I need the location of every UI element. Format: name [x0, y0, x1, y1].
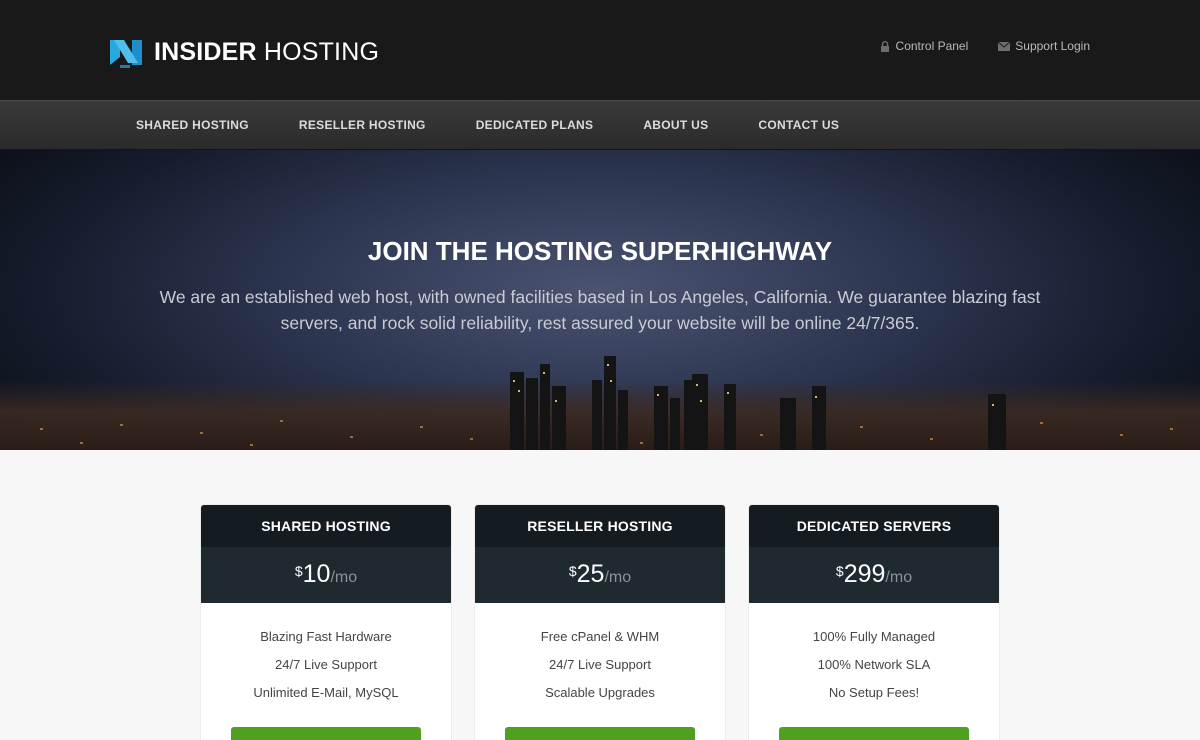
order-button-dedicated-servers[interactable]	[779, 727, 969, 740]
price-amount: 10	[302, 560, 331, 588]
nav-item-shared-hosting[interactable]: SHARED HOSTING	[111, 101, 274, 149]
plan-card-dedicated-servers: DEDICATED SERVERS $299/mo 100% Fully Man…	[749, 505, 999, 740]
plan-features: Free cPanel & WHM 24/7 Live Support Scal…	[475, 603, 725, 712]
city-skyline-image	[0, 356, 1200, 450]
plan-features: Blazing Fast Hardware 24/7 Live Support …	[201, 603, 451, 712]
nav-item-dedicated-plans[interactable]: DEDICATED PLANS	[451, 101, 619, 149]
hero-title: JOIN THE HOSTING SUPERHIGHWAY	[367, 236, 833, 266]
hero-banner: JOIN THE HOSTING SUPERHIGHWAY We are an …	[0, 150, 1200, 450]
plan-price: $10/mo	[201, 547, 451, 603]
top-header: INSIDER HOSTING Control Panel Support Log…	[0, 0, 1200, 100]
price-currency: $	[294, 563, 303, 579]
logo-text: INSIDER HOSTING	[154, 37, 380, 66]
plan-title: DEDICATED SERVERS	[749, 505, 999, 547]
hero-description: We are an established web host, with own…	[159, 287, 1041, 333]
price-amount: 25	[576, 560, 605, 588]
plan-title: RESELLER HOSTING	[475, 505, 725, 547]
plan-feature: 24/7 Live Support	[549, 657, 651, 672]
logo[interactable]: INSIDER HOSTING	[110, 36, 379, 68]
control-panel-link[interactable]: Control Panel	[879, 39, 969, 53]
nav-item-reseller-hosting[interactable]: RESELLER HOSTING	[274, 101, 451, 149]
plan-price: $299/mo	[749, 547, 999, 603]
logo-text-bold: INSIDER	[154, 37, 257, 66]
support-login-link[interactable]: Support Login	[998, 39, 1090, 53]
plan-feature: Scalable Upgrades	[545, 685, 655, 700]
main-navigation: SHARED HOSTING RESELLER HOSTING DEDICATE…	[0, 100, 1200, 150]
plan-feature: 100% Network SLA	[817, 657, 931, 672]
plan-feature: Free cPanel & WHM	[540, 629, 660, 644]
price-amount: 299	[843, 560, 886, 588]
support-login-label: Support Login	[1015, 39, 1090, 53]
plan-title: SHARED HOSTING	[201, 505, 451, 547]
nav-item-contact-us[interactable]: CONTACT US	[733, 101, 864, 149]
envelope-icon	[998, 40, 1011, 52]
plan-card-shared-hosting: SHARED HOSTING $10/mo Blazing Fast Hardw…	[201, 505, 451, 740]
logo-icon	[110, 37, 142, 68]
price-period: /mo	[604, 569, 632, 586]
order-button-reseller-hosting[interactable]	[505, 727, 695, 740]
order-button-shared-hosting[interactable]	[231, 727, 421, 740]
price-currency: $	[568, 563, 577, 579]
plan-feature: 100% Fully Managed	[812, 629, 936, 644]
plan-features: 100% Fully Managed 100% Network SLA No S…	[749, 603, 999, 712]
plan-card-reseller-hosting: RESELLER HOSTING $25/mo Free cPanel & WH…	[475, 505, 725, 740]
plan-feature: No Setup Fees!	[828, 685, 920, 700]
plan-price: $25/mo	[475, 547, 725, 603]
price-period: /mo	[885, 569, 913, 586]
control-panel-label: Control Panel	[895, 39, 969, 53]
nav-item-about-us[interactable]: ABOUT US	[618, 101, 733, 149]
plan-feature: Blazing Fast Hardware	[260, 629, 392, 644]
logo-text-light: HOSTING	[263, 37, 380, 66]
price-currency: $	[835, 563, 844, 579]
header-links: Control Panel Support Login	[879, 39, 1090, 53]
nav-menu: SHARED HOSTING RESELLER HOSTING DEDICATE…	[111, 101, 864, 149]
lock-icon	[879, 40, 891, 52]
price-period: /mo	[330, 569, 358, 586]
plan-feature: Unlimited E-Mail, MySQL	[253, 685, 399, 700]
plan-feature: 24/7 Live Support	[275, 657, 377, 672]
